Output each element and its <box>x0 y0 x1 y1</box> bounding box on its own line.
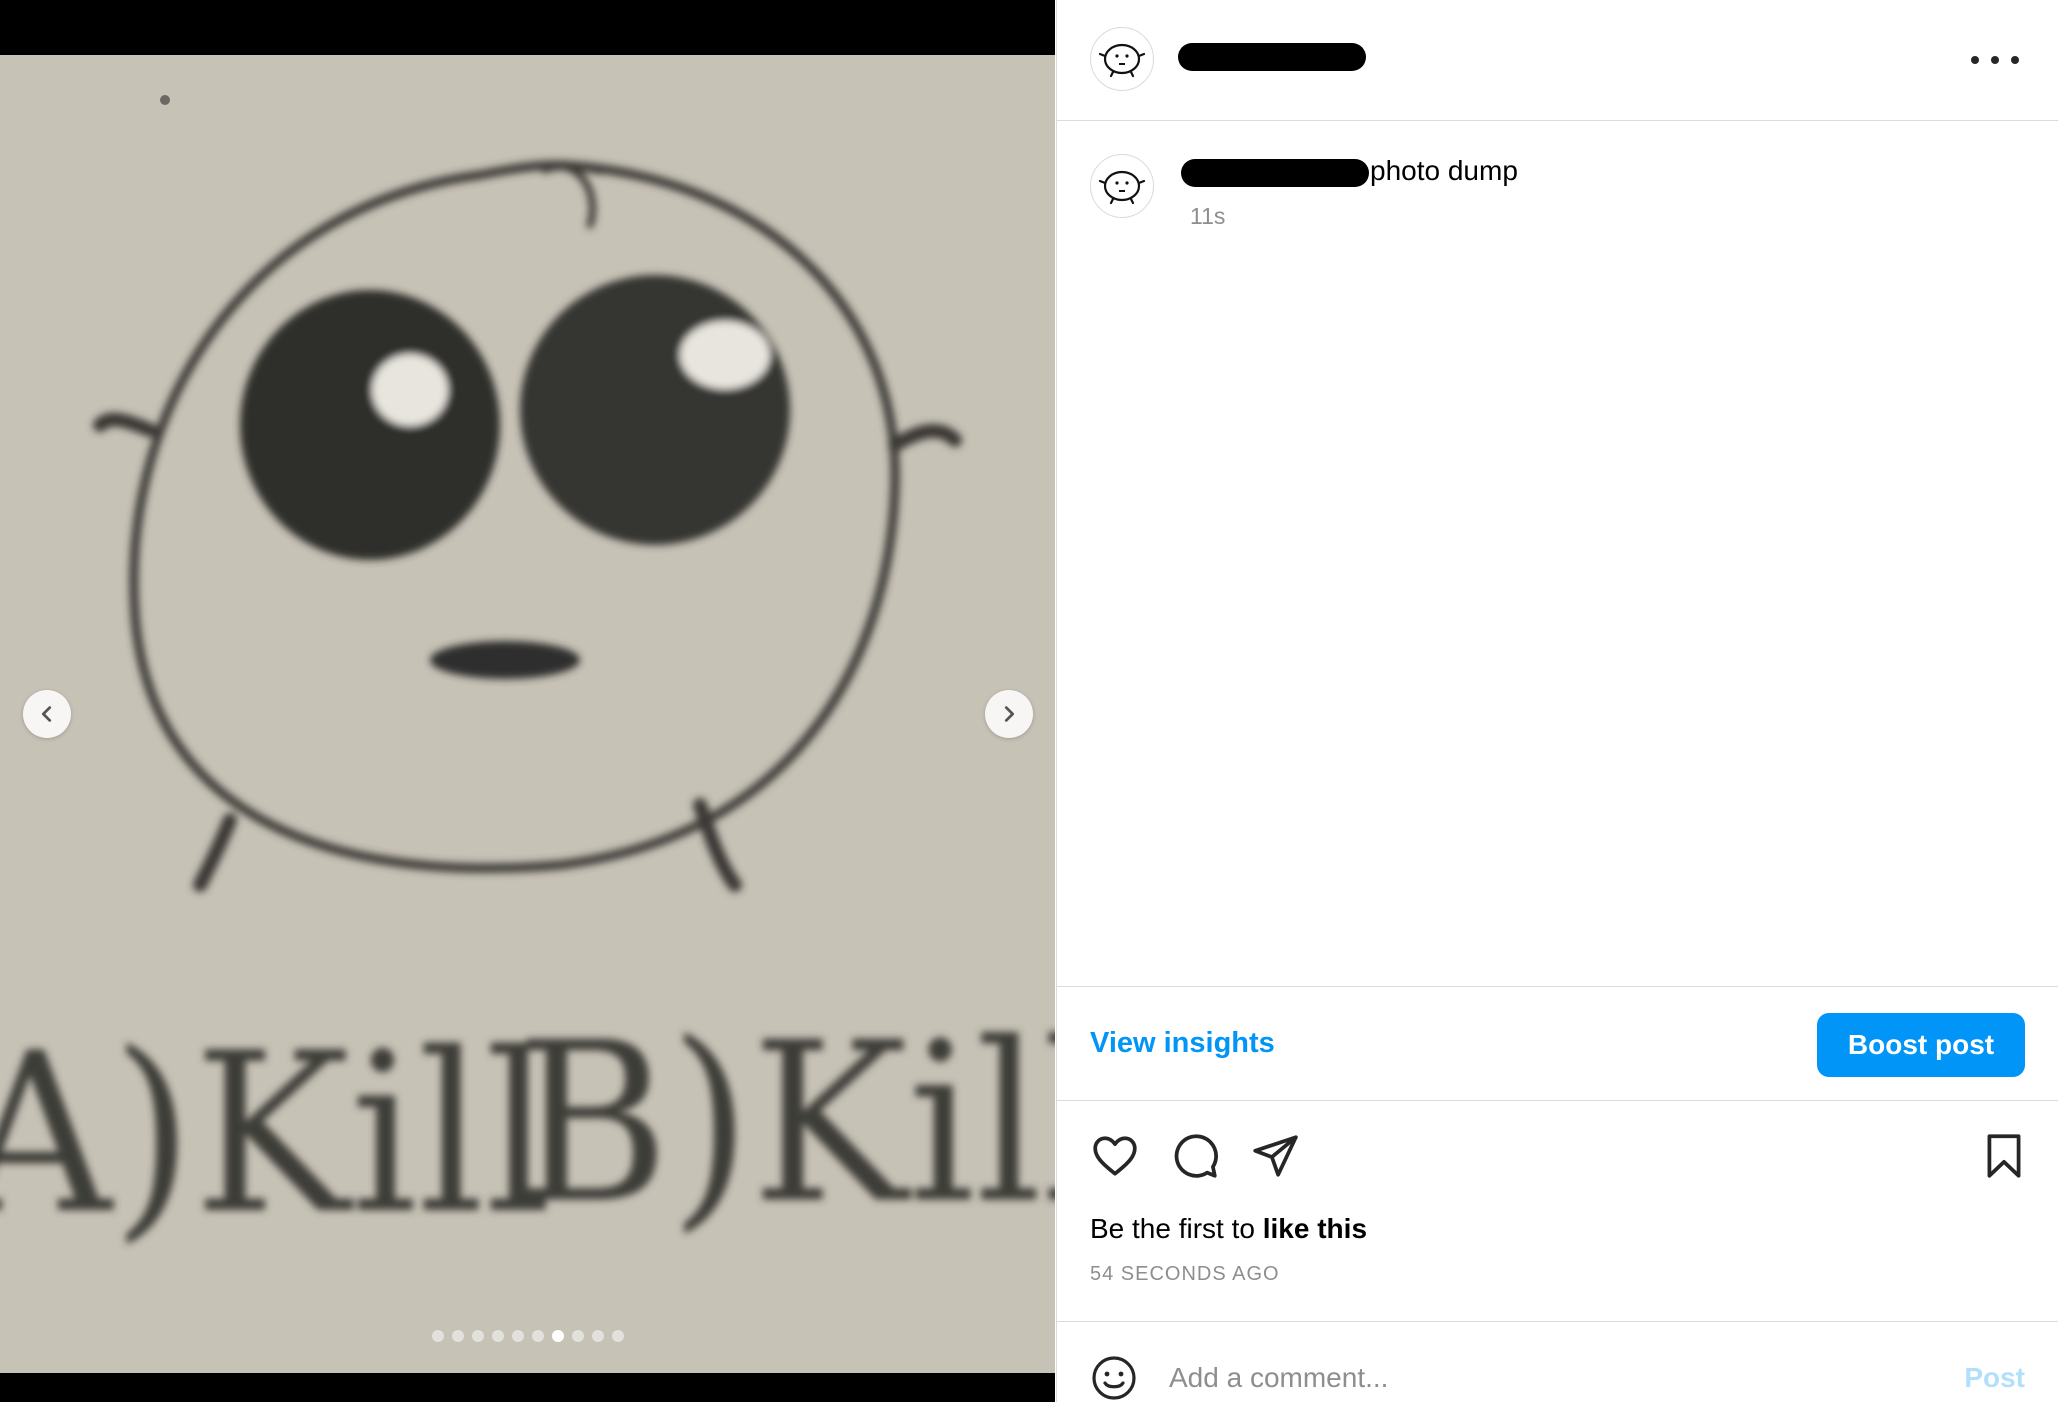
chevron-left-icon <box>41 706 52 722</box>
photo-text-left: A)Kill <box>0 1005 552 1262</box>
post-photo: A)Kill B)Kill <box>0 55 1055 1373</box>
more-horizontal-icon <box>1971 56 1979 64</box>
share-icon[interactable] <box>1250 1131 1300 1181</box>
caption-avatar[interactable] <box>1090 154 1154 218</box>
doodle-face-avatar-icon <box>1098 170 1146 205</box>
carousel-dot <box>431 1330 444 1342</box>
more-dot <box>1991 56 1999 64</box>
boost-post-button[interactable]: Boost post <box>1817 1013 2025 1077</box>
doodle-drawing: A)Kill B)Kill <box>0 55 1055 1373</box>
carousel-dot <box>491 1330 504 1342</box>
carousel-dot <box>471 1330 484 1342</box>
post-timestamp: 54 SECONDS AGO <box>1090 1263 1280 1285</box>
carousel-dot <box>511 1330 524 1342</box>
caption-text: photo dump <box>1370 155 1518 186</box>
carousel-dot <box>611 1330 624 1342</box>
carousel-dot <box>571 1330 584 1342</box>
previous-photo-button[interactable] <box>23 690 71 738</box>
carousel-dot <box>451 1330 464 1342</box>
carousel-indicator <box>0 1330 1055 1342</box>
post-details-panel: photo dump 11s View insights Boost post … <box>1056 0 2058 1402</box>
post-modal: A)Kill B)Kill photo dump 11s View insigh… <box>0 0 2058 1402</box>
comment-bar: Post <box>1057 1321 2058 1402</box>
carousel-dot <box>531 1330 544 1342</box>
photo-text-right: B)Kill <box>515 995 1055 1252</box>
heart-icon[interactable] <box>1090 1131 1140 1181</box>
avatar[interactable] <box>1090 27 1154 91</box>
post-media: A)Kill B)Kill <box>0 0 1055 1402</box>
likes-summary: Be the first to like this <box>1090 1213 1367 1245</box>
post-header <box>1057 0 2058 121</box>
caption-timestamp: 11s <box>1190 203 1226 229</box>
comment-input[interactable] <box>1169 1356 1869 1400</box>
post-comment-button[interactable]: Post <box>1964 1362 2025 1394</box>
view-insights-link[interactable]: View insights <box>1090 1027 1275 1060</box>
post-actions: Be the first to like this 54 SECONDS AGO <box>1057 1101 2058 1321</box>
carousel-dot <box>591 1330 604 1342</box>
chevron-right-icon <box>1004 706 1015 722</box>
more-dot <box>2011 56 2019 64</box>
next-photo-button[interactable] <box>985 690 1033 738</box>
username-redacted[interactable] <box>1178 43 1366 71</box>
bookmark-icon[interactable] <box>1979 1131 2029 1181</box>
like-this-link[interactable]: like this <box>1263 1213 1367 1244</box>
comment-icon[interactable] <box>1170 1131 1220 1181</box>
likes-prefix: Be the first to <box>1090 1213 1263 1244</box>
caption-username-redacted[interactable] <box>1181 159 1369 187</box>
carousel-dot <box>551 1330 564 1342</box>
emoji-icon[interactable] <box>1090 1354 1138 1402</box>
more-options-button[interactable] <box>1971 44 2019 76</box>
doodle-face-avatar-icon <box>1098 43 1146 78</box>
insights-bar: View insights Boost post <box>1057 986 2058 1101</box>
